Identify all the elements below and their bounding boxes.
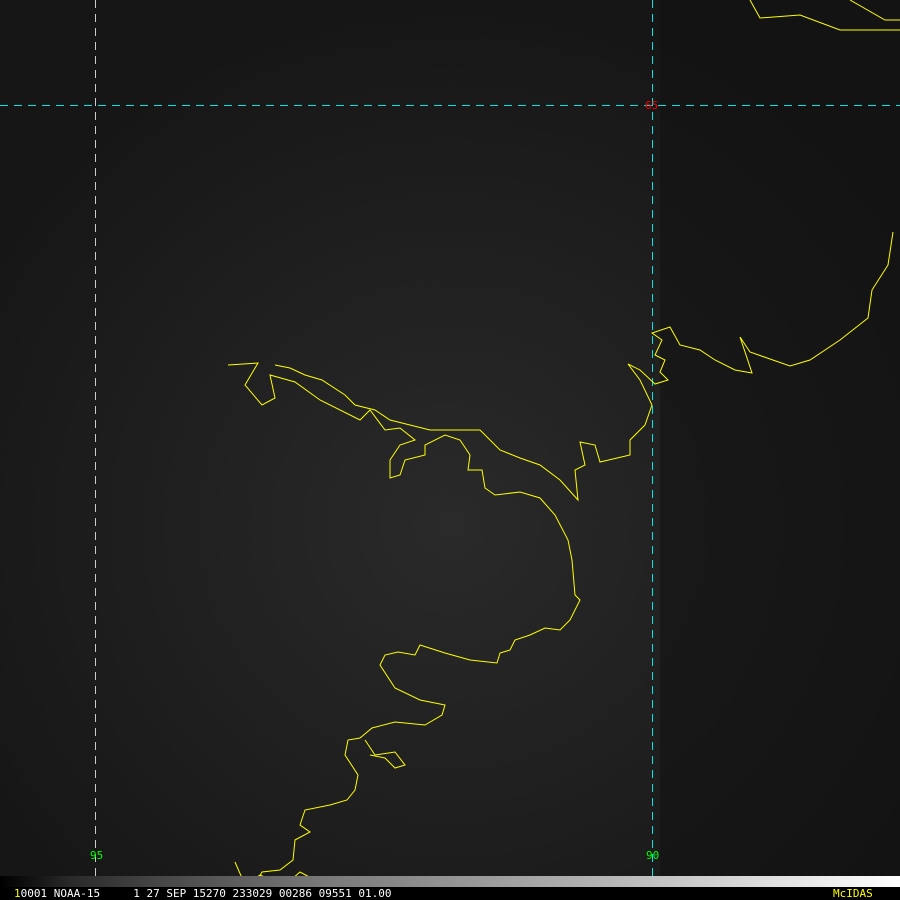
grayscale-color-bar — [0, 876, 900, 887]
longitude-label-95: 95 — [90, 849, 104, 862]
latitude-label-65: 65 — [645, 99, 659, 112]
image-info-text: 0001 NOAA-15 1 27 SEP 15270 233029 00286… — [20, 887, 392, 900]
map-overlay — [0, 0, 900, 888]
image-info-bar: 10001 NOAA-15 1 27 SEP 15270 233029 0028… — [0, 887, 900, 900]
satellite-imagery-dark — [660, 0, 900, 876]
longitude-label-90: 90 — [646, 849, 660, 862]
frame-number: 1 — [14, 887, 21, 900]
mcidas-brand: McIDAS — [833, 887, 873, 900]
satellite-image-view: 65 95 90 10001 NOAA-15 1 27 SEP 15270 23… — [0, 0, 900, 900]
